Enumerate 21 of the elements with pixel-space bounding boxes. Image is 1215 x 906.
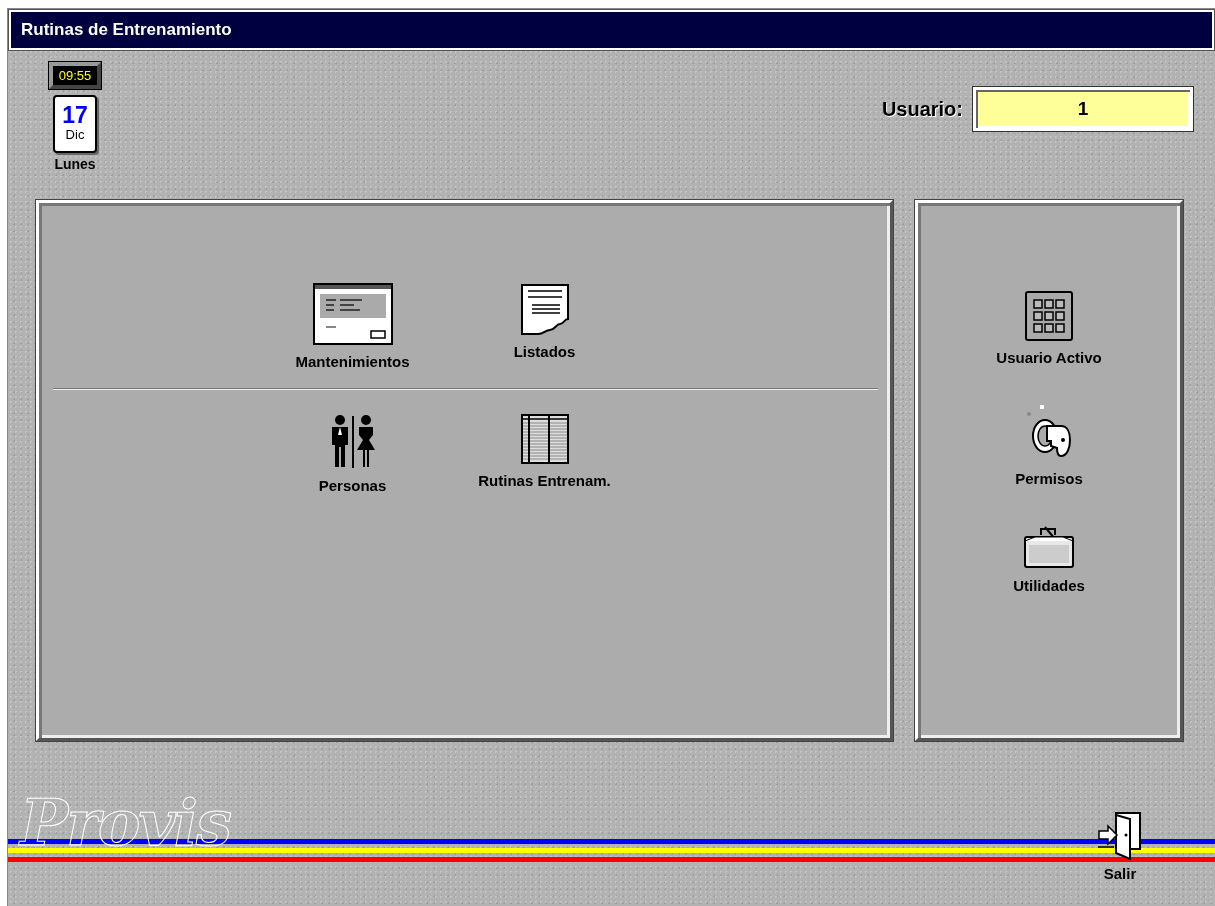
table-icon: [520, 414, 569, 464]
window-title: Rutinas de Entrenamiento: [21, 20, 232, 40]
month-label: Dic: [65, 127, 85, 143]
weekday-label: Lunes: [54, 156, 96, 172]
clock-display: 09:55: [48, 62, 102, 89]
user-label: Usuario:: [881, 97, 963, 121]
menu-item[interactable]: Permisos: [1015, 470, 1083, 487]
user-field[interactable]: 1: [973, 87, 1193, 131]
menu-item[interactable]: Mantenimientos: [295, 353, 410, 370]
menu-item[interactable]: Utilidades: [1013, 577, 1085, 594]
menu-item[interactable]: Listados: [513, 343, 576, 360]
menu-item[interactable]: Rutinas Entrenam.: [478, 472, 611, 489]
form-window-icon: [312, 283, 393, 345]
document-icon: [519, 283, 570, 335]
menu-item[interactable]: Personas: [318, 477, 387, 494]
day-number: 17: [62, 103, 88, 127]
exit-door-icon: [1098, 811, 1142, 861]
exit-button-label[interactable]: Salir: [1103, 865, 1137, 882]
keypad-icon: [1025, 291, 1073, 341]
menu-item[interactable]: Usuario Activo: [996, 349, 1102, 366]
briefcase-icon: [1023, 525, 1075, 569]
